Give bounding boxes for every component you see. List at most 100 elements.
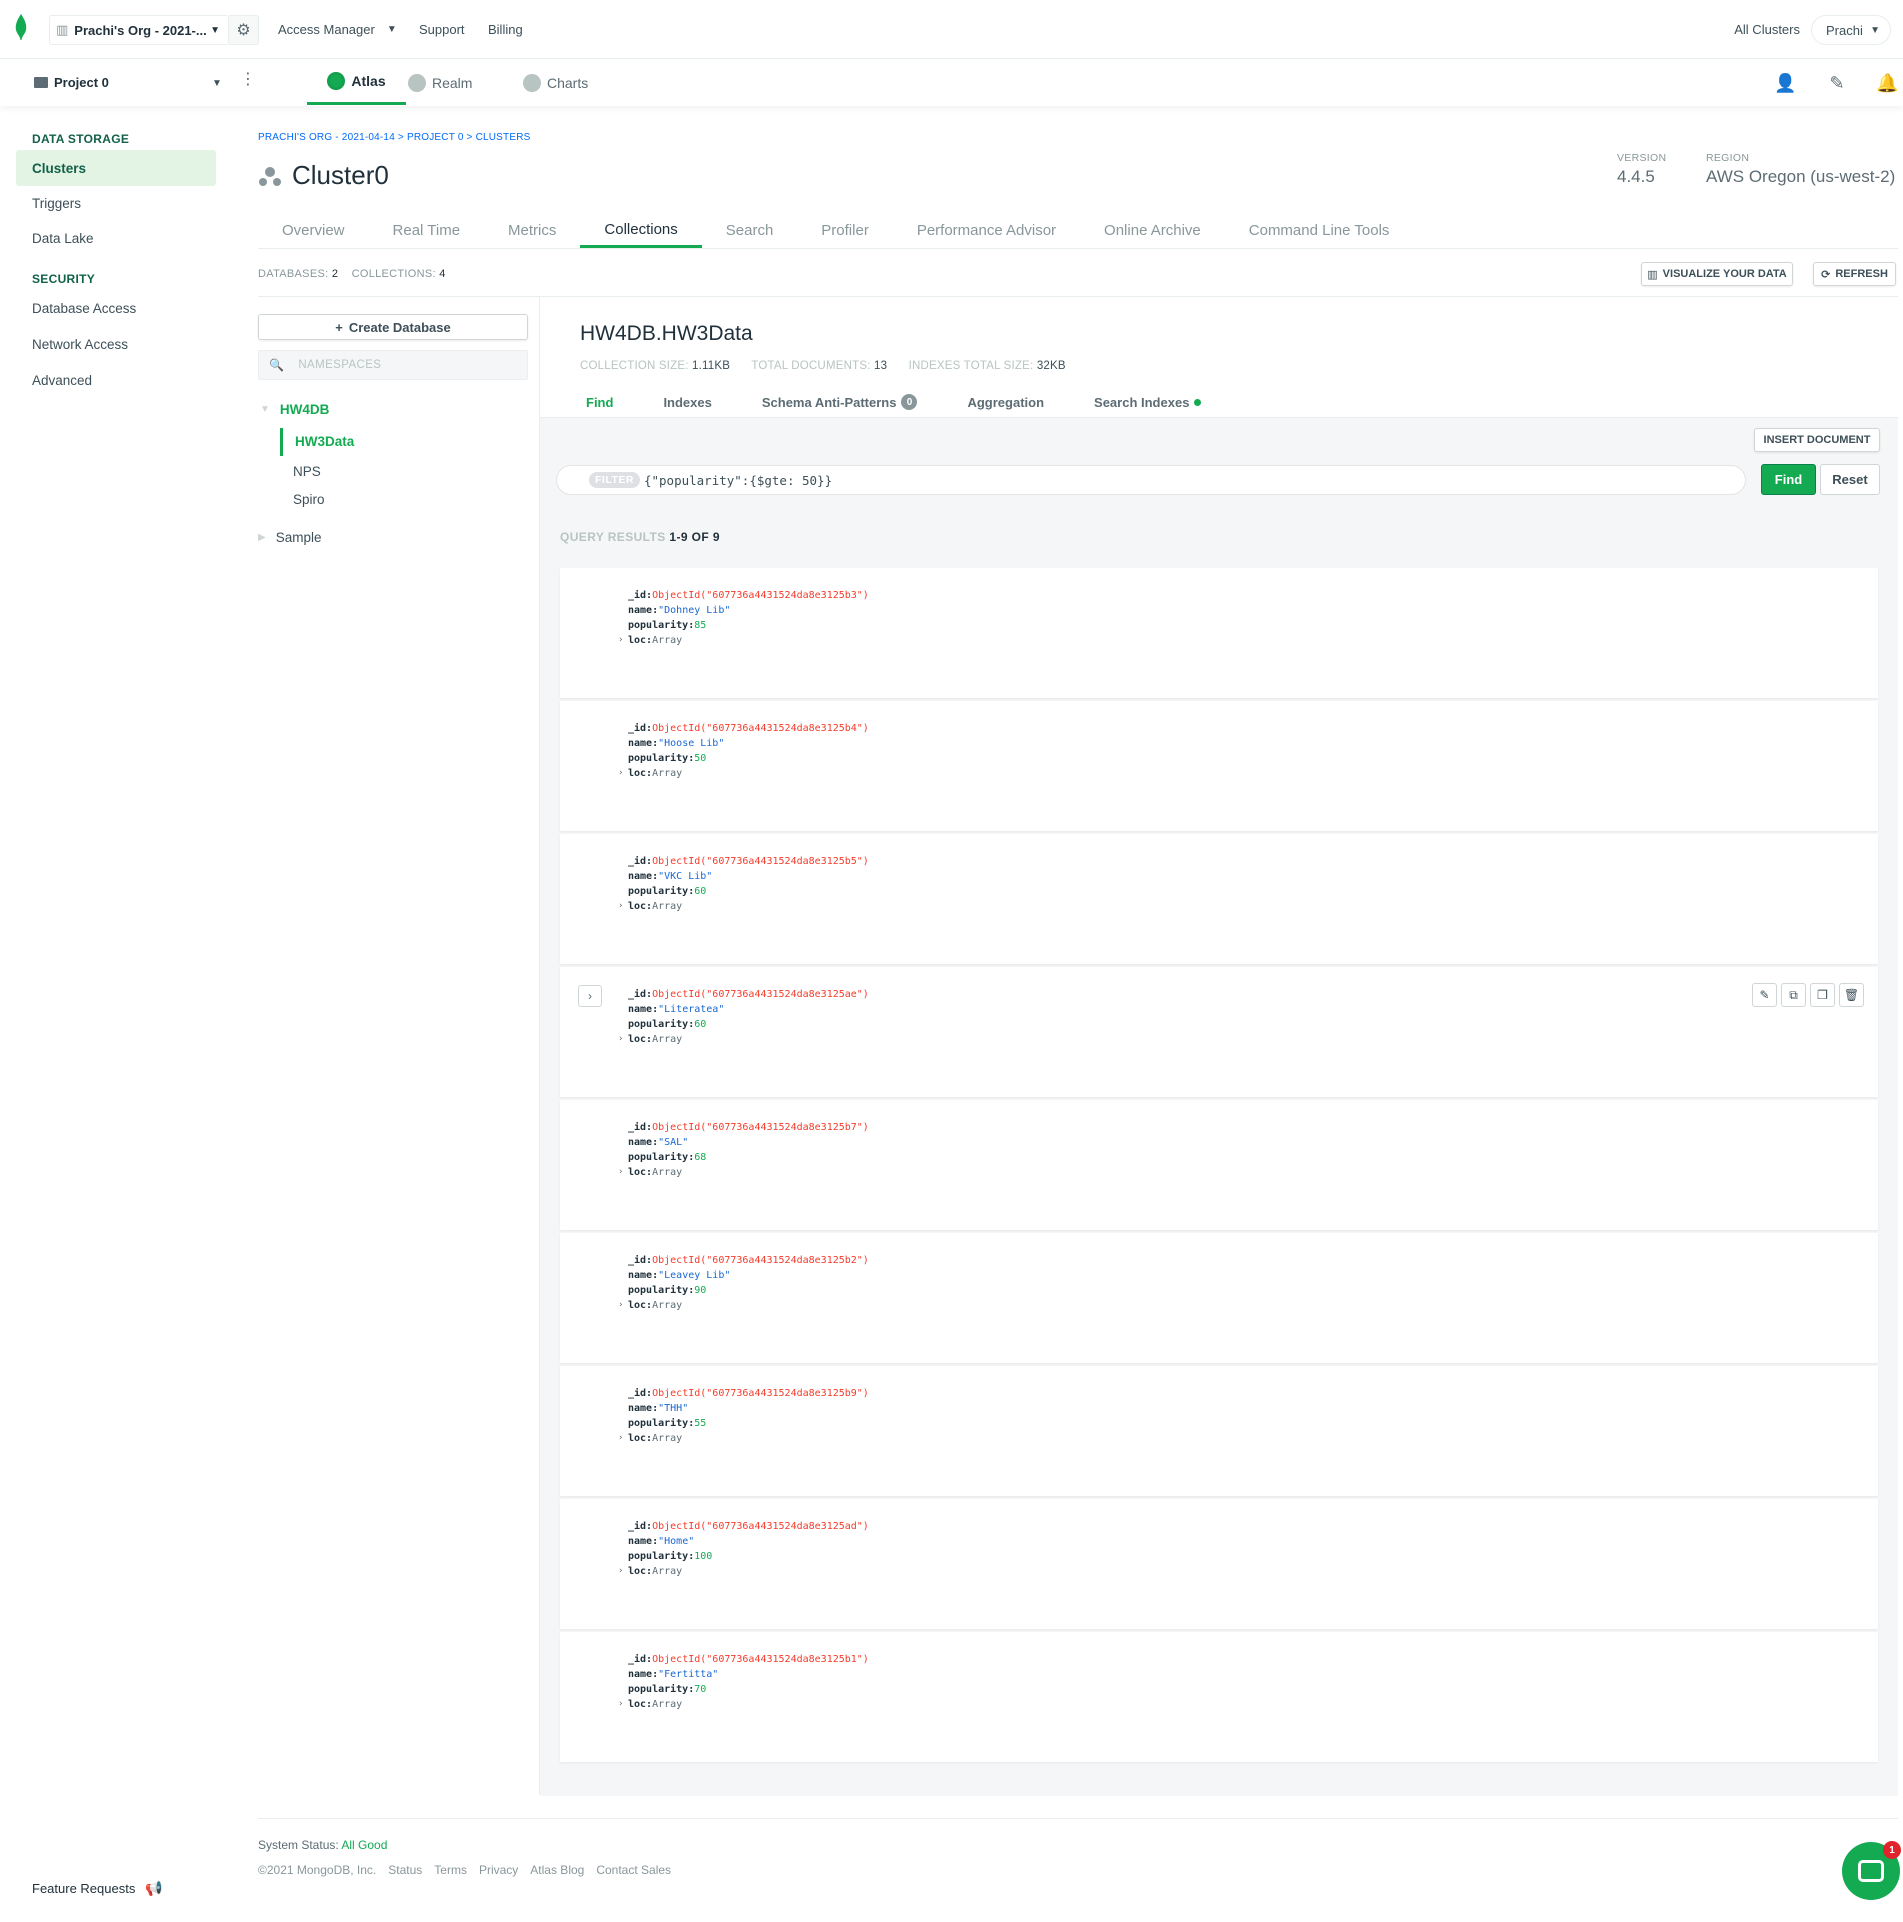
- document-field: _id:ObjectId("607736a4431524da8e3125b2"): [628, 1253, 869, 1268]
- user-menu[interactable]: Prachi ▼: [1811, 15, 1891, 45]
- chevron-right-icon[interactable]: ›: [618, 1165, 623, 1180]
- bell-icon[interactable]: 🔔: [1876, 72, 1898, 94]
- edit-icon[interactable]: ✎: [1752, 983, 1777, 1007]
- expand-document-button[interactable]: ›: [578, 985, 602, 1007]
- chevron-right-icon[interactable]: ›: [618, 1697, 623, 1712]
- document-card[interactable]: _id:ObjectId("607736a4431524da8e3125b1")…: [560, 1632, 1878, 1762]
- sidebar-item-database-access[interactable]: Database Access: [16, 290, 216, 326]
- visualize-label: VISUALIZE YOUR DATA: [1662, 268, 1787, 280]
- field-key: _id:: [628, 1255, 653, 1266]
- access-manager-menu[interactable]: Access Manager ▼: [278, 0, 397, 59]
- footer-link-privacy[interactable]: Privacy: [479, 1863, 518, 1877]
- document-card[interactable]: _id:ObjectId("607736a4431524da8e3125b3")…: [560, 568, 1878, 698]
- subtab-aggregation[interactable]: Aggregation: [967, 387, 1044, 417]
- refresh-button[interactable]: ⟳ REFRESH: [1813, 262, 1896, 286]
- tab-search[interactable]: Search: [702, 213, 798, 248]
- chevron-right-icon[interactable]: ›: [618, 633, 623, 648]
- document-card[interactable]: _id:ObjectId("607736a4431524da8e3125b4")…: [560, 701, 1878, 831]
- tab-performance-advisor[interactable]: Performance Advisor: [893, 213, 1080, 248]
- plus-icon: +: [335, 319, 343, 335]
- org-settings-gear-icon[interactable]: ⚙: [229, 15, 259, 45]
- caret-right-icon: ▶: [258, 532, 266, 543]
- copy-icon[interactable]: ⧉: [1781, 983, 1806, 1007]
- subtab-find[interactable]: Find: [586, 387, 613, 417]
- footer-link-contact-sales[interactable]: Contact Sales: [596, 1863, 671, 1877]
- field-value: Array: [652, 768, 683, 779]
- tab-online-archive[interactable]: Online Archive: [1080, 213, 1225, 248]
- activity-feed-icon[interactable]: ✎: [1826, 72, 1848, 94]
- subtab-indexes[interactable]: Indexes: [663, 387, 711, 417]
- filter-input[interactable]: FILTER {"popularity":{$gte: 50}}: [556, 465, 1746, 495]
- billing-link[interactable]: Billing: [488, 0, 523, 59]
- caret-down-icon[interactable]: ▼: [212, 78, 222, 89]
- sidebar-item-advanced[interactable]: Advanced: [16, 362, 216, 398]
- field-key: name:: [628, 1536, 659, 1547]
- tab-real-time[interactable]: Real Time: [369, 213, 485, 248]
- insert-document-button[interactable]: INSERT DOCUMENT: [1754, 428, 1880, 452]
- subtab-schema-anti-patterns[interactable]: Schema Anti-Patterns 0: [762, 387, 918, 417]
- docs-value: 13: [874, 360, 888, 372]
- collection-item-spiro[interactable]: Spiro: [293, 492, 325, 507]
- find-button[interactable]: Find: [1761, 464, 1816, 495]
- database-counts: DATABASES: 2 COLLECTIONS: 4: [258, 268, 456, 280]
- reset-button[interactable]: Reset: [1820, 464, 1880, 495]
- chevron-right-icon[interactable]: ›: [618, 899, 623, 914]
- field-value: "Home": [658, 1536, 695, 1547]
- field-key: popularity:: [628, 1285, 695, 1296]
- org-selector[interactable]: ▥ Prachi's Org - 2021-... ▼: [49, 15, 229, 45]
- tab-profiler[interactable]: Profiler: [797, 213, 893, 248]
- trash-icon[interactable]: 🗑: [1839, 983, 1864, 1007]
- chevron-right-icon[interactable]: ›: [618, 1032, 623, 1047]
- tab-atlas[interactable]: Atlas: [307, 60, 406, 105]
- document-field: _id:ObjectId("607736a4431524da8e3125b1"): [628, 1652, 869, 1667]
- support-link[interactable]: Support: [419, 0, 465, 59]
- collection-item-hw3data[interactable]: HW3Data: [280, 428, 354, 456]
- chevron-right-icon[interactable]: ›: [618, 1431, 623, 1446]
- database-item-sample[interactable]: ▶ Sample: [258, 530, 321, 545]
- sidebar-item-network-access[interactable]: Network Access: [16, 326, 216, 362]
- chevron-right-icon[interactable]: ›: [618, 1564, 623, 1579]
- document-card[interactable]: _id:ObjectId("607736a4431524da8e3125b5")…: [560, 834, 1878, 964]
- field-value: 68: [694, 1152, 707, 1163]
- feature-requests-link[interactable]: Feature Requests 📢: [32, 1880, 163, 1897]
- document-card[interactable]: _id:ObjectId("607736a4431524da8e3125b9")…: [560, 1366, 1878, 1496]
- field-value: ObjectId("607736a4431524da8e3125ae"): [652, 989, 869, 1000]
- document-field: name:"SAL": [628, 1135, 869, 1150]
- footer-link-atlas-blog[interactable]: Atlas Blog: [530, 1863, 584, 1877]
- document-card[interactable]: _id:ObjectId("607736a4431524da8e3125b2")…: [560, 1233, 1878, 1363]
- chevron-right-icon[interactable]: ›: [618, 1298, 623, 1313]
- document-field: › loc:Array: [618, 1032, 869, 1047]
- sidebar-item-triggers[interactable]: Triggers: [16, 185, 216, 221]
- chat-bubble-icon: [1858, 1860, 1884, 1882]
- tab-metrics[interactable]: Metrics: [484, 213, 580, 248]
- footer-link-status[interactable]: Status: [388, 1863, 422, 1877]
- collection-item-nps[interactable]: NPS: [293, 464, 321, 479]
- mongodb-leaf-logo[interactable]: [14, 14, 28, 40]
- project-selector[interactable]: Project 0: [34, 75, 109, 90]
- footer-link-terms[interactable]: Terms: [434, 1863, 467, 1877]
- status-value[interactable]: All Good: [341, 1838, 387, 1852]
- namespace-search-input[interactable]: 🔍 NAMESPACES: [258, 350, 528, 380]
- create-database-button[interactable]: + Create Database: [258, 314, 528, 340]
- clone-icon[interactable]: ❐: [1810, 983, 1835, 1007]
- field-value: Array: [652, 1433, 683, 1444]
- kebab-menu-icon[interactable]: ⋮: [240, 72, 256, 88]
- tab-charts[interactable]: Charts: [523, 60, 588, 105]
- document-card[interactable]: _id:ObjectId("607736a4431524da8e3125ae")…: [560, 967, 1878, 1097]
- tab-realm[interactable]: Realm: [408, 60, 472, 105]
- subtab-search-indexes[interactable]: Search Indexes: [1094, 387, 1202, 417]
- all-clusters-link[interactable]: All Clusters: [1734, 22, 1800, 37]
- visualize-data-button[interactable]: ▥ VISUALIZE YOUR DATA: [1641, 262, 1793, 286]
- document-card[interactable]: _id:ObjectId("607736a4431524da8e3125b7")…: [560, 1100, 1878, 1230]
- sidebar-item-clusters[interactable]: Clusters: [16, 150, 216, 186]
- sidebar-item-data-lake[interactable]: Data Lake: [16, 220, 216, 256]
- invite-user-icon[interactable]: 👤: [1774, 72, 1796, 94]
- field-key: popularity:: [628, 1551, 695, 1562]
- chevron-right-icon[interactable]: ›: [618, 766, 623, 781]
- breadcrumb[interactable]: PRACHI'S ORG - 2021-04-14 > PROJECT 0 > …: [258, 132, 531, 143]
- tab-overview[interactable]: Overview: [258, 213, 369, 248]
- database-item-hw4db[interactable]: ▼ HW4DB: [260, 402, 329, 417]
- tab-command-line-tools[interactable]: Command Line Tools: [1225, 213, 1414, 248]
- document-card[interactable]: _id:ObjectId("607736a4431524da8e3125ad")…: [560, 1499, 1878, 1629]
- tab-collections[interactable]: Collections: [580, 213, 702, 248]
